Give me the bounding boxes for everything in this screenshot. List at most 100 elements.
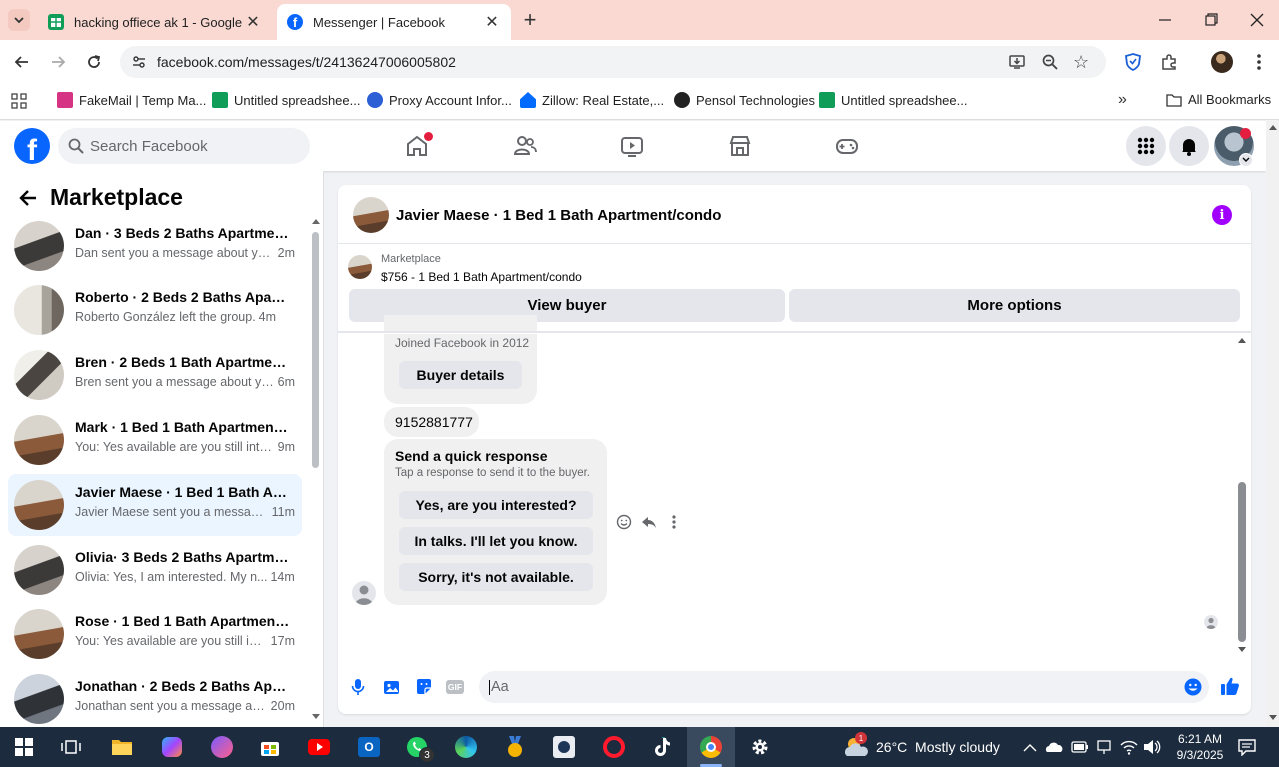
voice-clip-icon[interactable] [350,678,366,701]
nav-friends-icon[interactable] [510,131,540,161]
copilot-icon[interactable] [158,733,186,761]
wifi-icon[interactable] [1120,739,1138,760]
clock[interactable]: 6:21 AM 9/3/2025 [1170,731,1230,763]
restore-icon[interactable] [1201,12,1221,28]
notification-center-icon[interactable] [1238,738,1256,761]
quick-response-in-talks[interactable]: In talks. I'll let you know. [399,527,593,555]
chrome-icon[interactable] [697,733,725,761]
bookmark-pensol[interactable]: Pensol Technologies [674,92,815,108]
new-tab-icon[interactable]: + [519,8,541,32]
bookmark-star-icon[interactable]: ☆ [1073,52,1089,73]
facebook-logo[interactable]: f [14,128,50,164]
nav-marketplace-icon[interactable] [725,131,755,161]
conversation-item[interactable]: Dan · 3 Beds 2 Baths Apartment... Dan se… [8,215,302,277]
brave-shield-icon[interactable] [1121,50,1145,74]
chat-scrollbar[interactable] [1237,335,1247,657]
sticker-icon[interactable] [415,678,433,701]
conversation-item[interactable]: Rose · 1 Bed 1 Bath Apartment/c... You: … [8,603,302,665]
address-bar[interactable]: facebook.com/messages/t/2413624700600580… [120,46,1106,78]
task-view-icon[interactable] [57,733,85,761]
whatsapp-icon[interactable]: 3 [403,733,435,763]
menu-grid-button[interactable] [1126,126,1166,166]
bookmark-spreadsheet-1[interactable]: Untitled spreadshee... [212,92,360,108]
more-bookmarks-icon[interactable]: » [1118,91,1127,109]
nav-video-icon[interactable] [617,131,647,161]
close-window-icon[interactable] [1247,12,1267,28]
info-icon[interactable]: i [1212,205,1232,225]
battery-icon[interactable] [1071,740,1089,759]
conversation-item[interactable]: Mark · 1 Bed 1 Bath Apartment/... You: Y… [8,409,302,471]
more-options-button[interactable]: More options [789,289,1240,322]
back-arrow-icon[interactable] [18,188,38,213]
microsoft-store-icon[interactable] [256,733,284,761]
page-scrollbar[interactable] [1266,121,1279,727]
bookmark-zillow[interactable]: Zillow: Real Estate,... [520,92,664,108]
chip-app-icon[interactable] [550,733,578,761]
conversation-item[interactable]: Roberto · 2 Beds 2 Baths Apart... Robert… [8,279,302,341]
conversation-item[interactable]: Jonathan · 2 Beds 2 Baths Apart... Jonat… [8,668,302,727]
weather-widget[interactable]: 1 26°C Mostly cloudy [843,732,1000,759]
search-facebook-input[interactable]: Search Facebook [58,128,310,164]
close-tab-icon[interactable]: ✕ [483,12,501,32]
account-avatar[interactable] [1214,126,1254,167]
conversation-item-active[interactable]: Javier Maese · 1 Bed 1 Bath Apar... Javi… [8,474,302,536]
edge-icon[interactable] [452,733,480,761]
photo-icon[interactable] [383,678,401,701]
scroll-down-arrow[interactable] [1238,647,1246,652]
more-actions-icon[interactable] [671,514,677,535]
quick-response-not-available[interactable]: Sorry, it's not available. [399,563,593,591]
settings-gear-icon[interactable] [746,733,774,761]
scroll-up-arrow[interactable] [1238,338,1246,343]
bookmark-fakemail[interactable]: FakeMail | Temp Ma... [57,92,206,108]
forward-icon[interactable] [46,50,70,74]
chat-title[interactable]: Javier Maese · 1 Bed 1 Bath Apartment/co… [396,207,721,224]
quick-response-interested[interactable]: Yes, are you interested? [399,491,593,519]
react-emoji-icon[interactable] [616,514,632,535]
tab-messenger[interactable]: f Messenger | Facebook ✕ [277,4,511,40]
tiktok-icon[interactable] [648,733,676,761]
reply-icon[interactable] [641,514,657,535]
volume-icon[interactable] [1143,739,1161,760]
scrollbar-thumb[interactable] [1238,482,1246,642]
onedrive-icon[interactable] [1045,740,1063,759]
nav-gaming-icon[interactable] [832,131,862,161]
site-info-icon[interactable] [131,54,147,70]
scroll-up-arrow[interactable] [1269,125,1277,130]
minimize-icon[interactable] [1155,12,1175,28]
zoom-icon[interactable] [1041,53,1059,74]
file-explorer-icon[interactable] [108,733,136,761]
phone-message-bubble[interactable]: 9152881777 [384,407,479,437]
message-input[interactable]: Aa [479,671,1209,703]
network-adapter-icon[interactable] [1096,739,1112,760]
back-icon[interactable] [10,50,34,74]
tab-google-sheets[interactable]: hacking offiece ak 1 - Google Sh ✕ [38,4,272,40]
tab-search-icon[interactable] [8,9,30,31]
scroll-down-arrow[interactable] [1269,715,1277,720]
nav-home-icon[interactable] [402,131,433,161]
like-thumbs-up-icon[interactable] [1220,676,1240,701]
emoji-icon[interactable] [1184,678,1202,700]
chat-avatar[interactable] [353,197,389,233]
medal-icon[interactable] [501,733,529,761]
notifications-button[interactable] [1169,126,1209,166]
tray-chevron-up-icon[interactable] [1023,740,1037,758]
scroll-down-arrow[interactable] [312,714,320,719]
reload-icon[interactable] [82,50,106,74]
gif-icon[interactable]: GIF [446,680,464,694]
listing-title[interactable]: $756 - 1 Bed 1 Bath Apartment/condo [381,270,582,284]
opera-icon[interactable] [600,733,628,761]
conversation-item[interactable]: Olivia· 3 Beds 2 Baths Apartmen... Olivi… [8,539,302,601]
bookmark-proxy[interactable]: Proxy Account Infor... [367,92,512,108]
profile-avatar-icon[interactable] [1210,50,1234,74]
windows-start-icon[interactable] [10,733,38,761]
close-tab-icon[interactable]: ✕ [244,12,262,32]
scrollbar-thumb[interactable] [312,232,319,468]
conversation-item[interactable]: Bren · 2 Beds 1 Bath Apartment/... Bren … [8,344,302,406]
all-bookmarks[interactable]: All Bookmarks [1166,92,1271,107]
scroll-up-arrow[interactable] [312,219,320,224]
extensions-icon[interactable] [1157,50,1181,74]
outlook-icon[interactable]: O [355,733,383,761]
app-icon-circle[interactable] [208,733,236,761]
buyer-details-button[interactable]: Buyer details [399,361,522,389]
browser-menu-icon[interactable] [1247,50,1271,74]
